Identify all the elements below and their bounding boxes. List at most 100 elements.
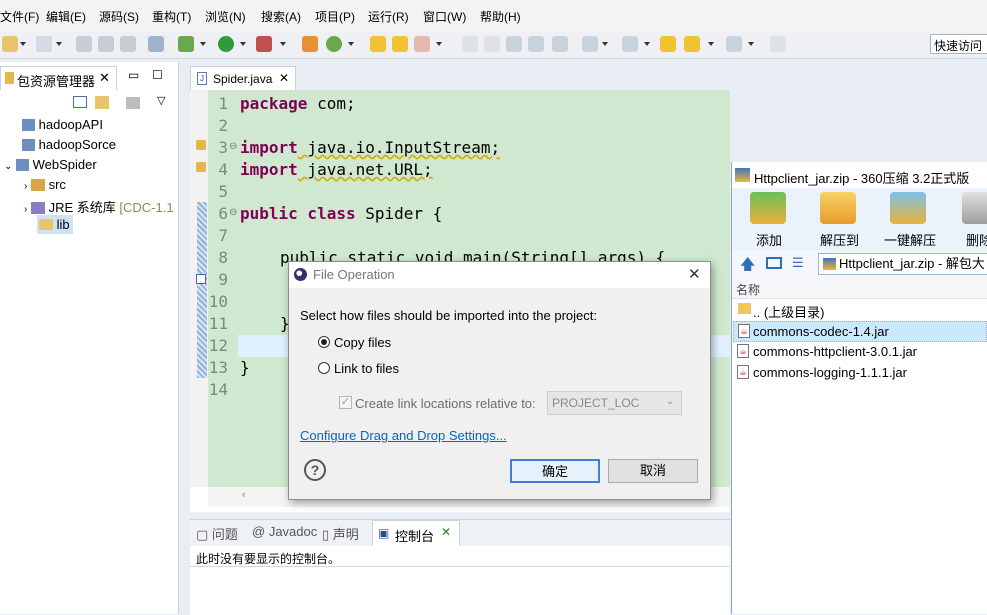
menu-source[interactable]: 源码(S): [99, 8, 139, 25]
run-icon[interactable]: [218, 36, 234, 52]
close-icon[interactable]: ✕: [279, 71, 289, 85]
pin-editor-icon[interactable]: [770, 36, 786, 52]
task-icon[interactable]: [196, 274, 206, 284]
one-click-extract-icon[interactable]: [890, 192, 926, 224]
skip-breakpoints-icon[interactable]: [148, 36, 164, 52]
menu-run[interactable]: 运行(R): [368, 8, 409, 25]
tab-declaration[interactable]: ▯ 声明: [322, 524, 359, 543]
debug-icon[interactable]: [178, 36, 194, 52]
close-icon[interactable]: ✕: [99, 70, 110, 86]
list-view-icon[interactable]: ☰: [792, 255, 804, 271]
chevron-down-icon[interactable]: [748, 42, 754, 46]
filter-icon[interactable]: [126, 97, 140, 109]
chevron-down-icon[interactable]: [56, 42, 62, 46]
collapse-all-icon[interactable]: [73, 96, 87, 108]
brush-icon[interactable]: [414, 36, 430, 52]
radio-button[interactable]: [318, 362, 330, 374]
menu-search[interactable]: 搜索(A): [261, 8, 301, 25]
pen-icon[interactable]: [484, 36, 500, 52]
list-item[interactable]: .. (上级目录): [733, 300, 987, 321]
column-header-name[interactable]: 名称: [736, 281, 760, 298]
chevron-down-icon[interactable]: [280, 42, 286, 46]
close-icon[interactable]: ✕: [441, 525, 451, 539]
tree-item-hadoopapi[interactable]: hadoopAPI: [22, 117, 103, 132]
tab-package-explorer[interactable]: 包资源管理器 ✕: [0, 66, 117, 90]
link-with-editor-icon[interactable]: [95, 96, 109, 109]
copy-files-radio[interactable]: Copy files: [318, 335, 428, 353]
toggle-block-icon[interactable]: [506, 36, 522, 52]
warning-icon[interactable]: [196, 162, 206, 172]
tree-item-jre[interactable]: › JRE 系统库 [CDC-1.1: [24, 197, 174, 216]
chevron-down-icon[interactable]: [240, 42, 246, 46]
chevron-down-icon[interactable]: [602, 42, 608, 46]
thumbnail-view-icon[interactable]: [766, 257, 782, 269]
configure-dnd-link[interactable]: Configure Drag and Drop Settings...: [300, 428, 507, 443]
menu-project[interactable]: 项目(P): [315, 8, 355, 25]
save-icon[interactable]: [76, 36, 92, 52]
tree-item-webspider[interactable]: ⌄ WebSpider: [4, 157, 97, 172]
zip-path-field[interactable]: Httpclient_jar.zip - 解包大: [818, 253, 987, 275]
chevron-down-icon[interactable]: ⌄: [4, 161, 12, 172]
tab-console[interactable]: ▣ 控制台 ✕: [372, 520, 460, 546]
menu-refactor[interactable]: 重构(T): [152, 8, 191, 25]
open-type-icon[interactable]: [370, 36, 386, 52]
chevron-down-icon[interactable]: [348, 42, 354, 46]
tree-item-lib[interactable]: lib: [37, 215, 73, 234]
close-icon[interactable]: ✕: [688, 265, 701, 283]
relative-location-checkbox[interactable]: ✓: [339, 396, 352, 409]
quick-access-input[interactable]: 快速访问: [930, 34, 987, 54]
chevron-down-icon[interactable]: [200, 42, 206, 46]
relative-location-combo[interactable]: PROJECT_LOC ⌄: [547, 391, 682, 415]
tab-problems[interactable]: ▢ 问题: [196, 524, 238, 543]
chevron-down-icon[interactable]: [644, 42, 650, 46]
add-button[interactable]: 添加: [756, 230, 782, 249]
minimize-icon[interactable]: ▭: [128, 68, 139, 82]
save-all-icon[interactable]: [98, 36, 114, 52]
maximize-icon[interactable]: ☐: [152, 68, 163, 82]
chevron-right-icon[interactable]: ›: [24, 204, 27, 215]
chevron-right-icon[interactable]: ›: [24, 181, 27, 192]
last-edit-icon[interactable]: [660, 36, 676, 52]
forward-icon[interactable]: [726, 36, 742, 52]
back-icon[interactable]: [684, 36, 700, 52]
mark-occurrences-icon[interactable]: [462, 36, 478, 52]
chevron-down-icon[interactable]: ⌄: [666, 396, 674, 407]
up-arrow-icon[interactable]: 🡅: [740, 254, 755, 279]
new-java-class-icon[interactable]: [326, 36, 342, 52]
add-icon[interactable]: [750, 192, 786, 224]
list-item-selected[interactable]: ☕ commons-codec-1.4.jar: [733, 321, 987, 342]
show-whitespace-icon[interactable]: [528, 36, 544, 52]
tab-spider-java[interactable]: J Spider.java ✕: [190, 66, 296, 90]
extract-to-button[interactable]: 解压到: [820, 230, 859, 249]
fold-icon[interactable]: ⊖: [229, 207, 237, 218]
menu-help[interactable]: 帮助(H): [480, 8, 521, 25]
menu-navigate[interactable]: 浏览(N): [205, 8, 246, 25]
list-item[interactable]: ☕ commons-logging-1.1.1.jar: [733, 363, 987, 384]
previous-annotation-icon[interactable]: [622, 36, 638, 52]
chevron-down-icon[interactable]: [436, 42, 442, 46]
delete-icon[interactable]: [962, 192, 987, 224]
fold-icon[interactable]: ⊖: [229, 141, 237, 152]
tree-item-hadoopsorce[interactable]: hadoopSorce: [22, 137, 116, 152]
help-icon[interactable]: ?: [304, 459, 326, 481]
list-item[interactable]: ☕ commons-httpclient-3.0.1.jar: [733, 342, 987, 363]
new-icon[interactable]: [2, 36, 18, 52]
tab-javadoc[interactable]: @ Javadoc: [252, 524, 317, 539]
new-class-icon[interactable]: [36, 36, 52, 52]
print-icon[interactable]: [120, 36, 136, 52]
ok-button[interactable]: 确定: [510, 459, 600, 483]
chevron-down-icon[interactable]: [708, 42, 714, 46]
menu-edit[interactable]: 编辑(E): [46, 8, 86, 25]
link-files-radio[interactable]: Link to files: [318, 361, 428, 379]
open-folder-icon[interactable]: [392, 36, 408, 52]
warning-icon[interactable]: [196, 140, 206, 150]
next-annotation-icon[interactable]: [582, 36, 598, 52]
menu-file[interactable]: 文件(F): [0, 8, 39, 25]
external-tools-icon[interactable]: [256, 36, 272, 52]
view-menu-icon[interactable]: ▽: [157, 94, 165, 107]
one-click-extract-button[interactable]: 一键解压: [884, 230, 936, 249]
format-icon[interactable]: [552, 36, 568, 52]
menu-window[interactable]: 窗口(W): [423, 8, 466, 25]
chevron-down-icon[interactable]: [20, 42, 26, 46]
cancel-button[interactable]: 取消: [608, 459, 698, 483]
